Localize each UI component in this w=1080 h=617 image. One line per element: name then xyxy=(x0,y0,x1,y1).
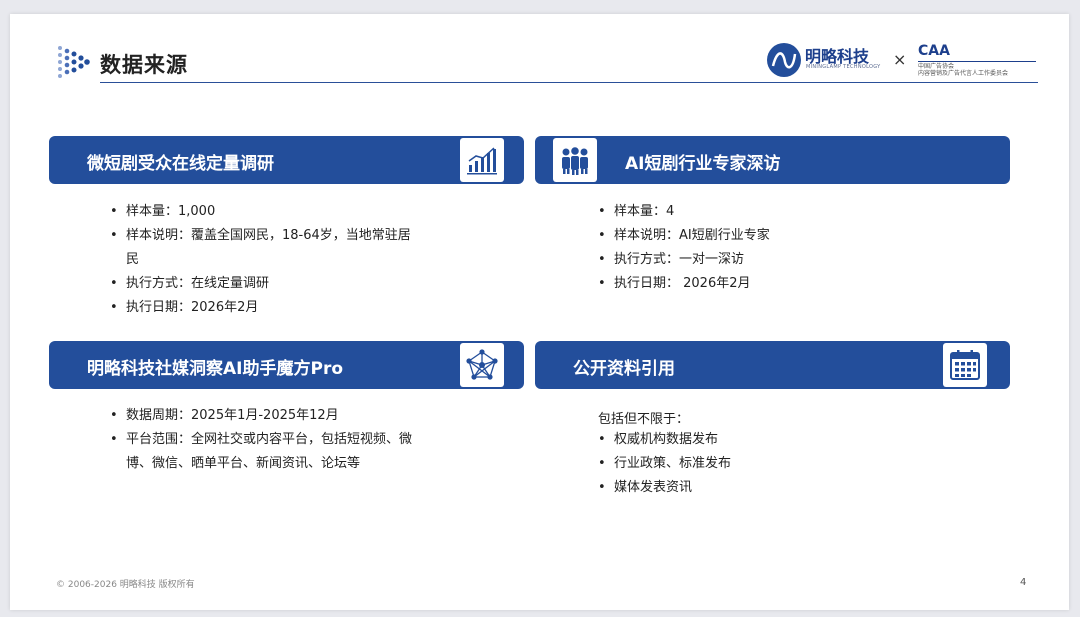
people-icon xyxy=(553,138,597,182)
section-list-social: 数据周期：2025年1月-2025年12月 平台范围：全网社交或内容平台，包括短… xyxy=(110,404,420,476)
section-intro: 包括但不限于： xyxy=(598,412,690,427)
section-header-public: 公开资料引用 xyxy=(535,341,1010,389)
section-title: 公开资料引用 xyxy=(573,359,675,379)
list-item: 数据周期：2025年1月-2025年12月 xyxy=(110,404,420,428)
mininglamp-logo-icon xyxy=(767,43,801,77)
network-icon xyxy=(460,343,504,387)
section-title: AI短剧行业专家深访 xyxy=(625,154,781,174)
section-title: 明略科技社媒洞察AI助手魔方Pro xyxy=(87,359,344,379)
list-item: 执行方式：在线定量调研 xyxy=(110,272,420,296)
list-item: 执行日期：2026年2月 xyxy=(110,296,420,320)
section-title: 微短剧受众在线定量调研 xyxy=(87,154,274,174)
list-item: 样本量：1,000 xyxy=(110,200,420,224)
calendar-icon xyxy=(943,343,987,387)
list-item: 执行日期： 2026年2月 xyxy=(598,272,918,296)
partner-logo: CAA xyxy=(918,43,950,59)
page-title: 数据来源 xyxy=(100,53,188,77)
copyright: © 2006-2026 明略科技 版权所有 xyxy=(56,580,195,590)
page-number: 4 xyxy=(1020,577,1027,588)
section-header-survey: 微短剧受众在线定量调研 xyxy=(49,136,524,184)
list-item: 样本说明：AI短剧行业专家 xyxy=(598,224,918,248)
list-item: 权威机构数据发布 xyxy=(598,428,918,452)
section-list-survey: 样本量：1,000 样本说明：覆盖全国网民，18-64岁，当地常驻居民 执行方式… xyxy=(110,200,420,320)
list-item: 平台范围：全网社交或内容平台，包括短视频、微博、微信、晒单平台、新闻资讯、论坛等 xyxy=(110,428,420,476)
header-divider xyxy=(100,82,1038,83)
partner-divider xyxy=(918,61,1036,62)
section-list-public: 权威机构数据发布 行业政策、标准发布 媒体发表资讯 xyxy=(598,428,918,500)
list-item: 样本量：4 xyxy=(598,200,918,224)
logo-dots-icon xyxy=(58,46,90,78)
partner-name: 中国广告协会 内容营销及广告代言人工作委员会 xyxy=(918,63,1009,77)
section-list-expert: 样本量：4 样本说明：AI短剧行业专家 执行方式：一对一深访 执行日期： 202… xyxy=(598,200,918,296)
list-item: 执行方式：一对一深访 xyxy=(598,248,918,272)
list-item: 行业政策、标准发布 xyxy=(598,452,918,476)
section-header-expert: AI短剧行业专家深访 xyxy=(535,136,1010,184)
list-item: 样本说明：覆盖全国网民，18-64岁，当地常驻居民 xyxy=(110,224,420,272)
times-sign: × xyxy=(893,50,907,69)
section-header-social: 明略科技社媒洞察AI助手魔方Pro xyxy=(49,341,524,389)
list-item: 媒体发表资讯 xyxy=(598,476,918,500)
bar-chart-icon xyxy=(460,138,504,182)
brand-sub: MININGLAMP TECHNOLOGY xyxy=(806,64,881,70)
